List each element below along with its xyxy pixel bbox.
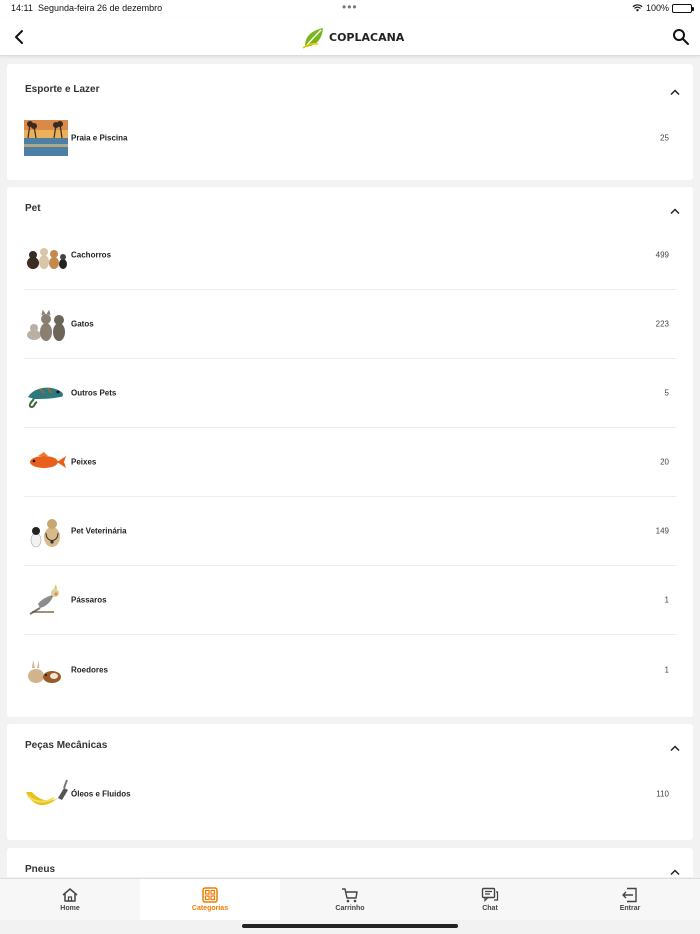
list-item-oleos-e-fluidos[interactable]: Óleos e Fluidos 110	[24, 759, 676, 828]
categories-icon	[202, 887, 218, 903]
list-item-passaros[interactable]: Pássaros 1	[24, 566, 676, 635]
tab-carrinho[interactable]: Carrinho	[280, 879, 420, 920]
chevron-up-icon[interactable]	[669, 207, 681, 215]
back-arrow-icon[interactable]	[9, 27, 29, 47]
item-label: Pet Veterinária	[71, 526, 127, 536]
chevron-up-icon[interactable]	[669, 88, 681, 96]
item-count: 149	[655, 526, 669, 536]
pool-image	[24, 119, 68, 156]
list-item-praia-e-piscina[interactable]: Praia e Piscina 25	[24, 103, 676, 172]
rodents-image	[28, 659, 61, 683]
item-count: 5	[664, 388, 669, 398]
item-label: Gatos	[71, 319, 94, 329]
tab-label: Entrar	[619, 905, 641, 912]
coplacana-logo: COPLACANA	[302, 24, 404, 50]
list-item-pet-veterinaria[interactable]: Pet Veterinária 149	[24, 497, 676, 566]
home-icon	[62, 888, 78, 902]
multitasking-dots[interactable]: •••	[342, 0, 358, 14]
chat-icon	[481, 887, 499, 902]
oil-image	[26, 779, 68, 805]
item-count: 25	[660, 133, 669, 142]
status-time: 14:11	[11, 3, 33, 13]
bird-image	[29, 584, 59, 615]
tab-home[interactable]: Home	[0, 879, 140, 920]
login-icon	[622, 887, 637, 903]
battery-icon	[672, 3, 694, 13]
chevron-up-icon[interactable]	[669, 868, 681, 876]
tab-bar: Home Categorias Carrinho Chat Entrar	[0, 878, 700, 920]
item-label: Pássaros	[71, 595, 107, 605]
section-title: Peças Mecânicas	[25, 740, 108, 751]
chevron-up-icon[interactable]	[669, 744, 681, 752]
item-count: 1	[664, 665, 669, 674]
cats-image	[27, 309, 65, 341]
section-title: Pneus	[25, 864, 56, 875]
search-icon[interactable]	[671, 27, 691, 47]
item-count: 499	[655, 250, 669, 260]
chameleon-image	[28, 387, 63, 409]
navigation-bar: COPLACANA	[0, 18, 700, 56]
wifi-icon	[632, 4, 643, 12]
item-label: Outros Pets	[71, 388, 117, 398]
list-item-outros-pets[interactable]: Outros Pets 5	[24, 359, 676, 428]
item-count: 20	[660, 457, 669, 467]
tab-label: Carrinho	[335, 905, 365, 912]
tab-chat[interactable]: Chat	[420, 879, 560, 920]
fish-image	[30, 452, 66, 468]
tab-label: Categorias	[191, 905, 229, 912]
logo-text: COPLACANA	[329, 30, 405, 44]
tab-label: Chat	[482, 905, 498, 912]
section-pecas-mecanicas: Peças Mecânicas Óleos e Fluidos 110	[7, 724, 693, 840]
list-item-gatos[interactable]: Gatos 223	[24, 290, 676, 359]
status-right: 100%	[632, 3, 694, 13]
item-count: 110	[656, 789, 669, 798]
section-title: Esporte e Lazer	[25, 84, 100, 95]
item-label: Óleos e Fluidos	[71, 789, 131, 798]
tab-label: Home	[60, 905, 80, 912]
item-label: Cachorros	[71, 250, 112, 260]
cart-icon	[342, 888, 358, 903]
dogs-image	[27, 248, 67, 269]
item-label: Roedores	[71, 665, 108, 674]
item-count: 223	[655, 319, 669, 329]
list-item-cachorros[interactable]: Cachorros 499	[24, 221, 676, 290]
section-pet: Pet Cachorros 499 Gatos 223 Outros Pets …	[7, 187, 693, 717]
section-title: Pet	[25, 203, 41, 214]
vet-image	[30, 519, 60, 548]
tab-entrar[interactable]: Entrar	[560, 879, 700, 920]
home-indicator	[242, 924, 458, 928]
status-bar: 14:11 Segunda-feira 26 de dezembro ••• 1…	[0, 0, 700, 18]
item-label: Praia e Piscina	[71, 133, 128, 142]
tab-categorias[interactable]: Categorias	[140, 879, 280, 920]
item-label: Peixes	[71, 457, 97, 467]
battery-percent: 100%	[645, 3, 669, 13]
section-pneus: Pneus	[7, 848, 693, 877]
item-count: 1	[664, 595, 669, 605]
section-esporte-e-lazer: Esporte e Lazer Praia e Piscina 25	[7, 64, 693, 180]
leaf-logo-icon	[302, 28, 323, 49]
list-item-peixes[interactable]: Peixes 20	[24, 428, 676, 497]
categories-list[interactable]: Esporte e Lazer Praia e Piscina 25 Pet C…	[0, 57, 700, 877]
status-date: Segunda-feira 26 de dezembro	[38, 3, 163, 13]
list-item-roedores[interactable]: Roedores 1	[24, 635, 676, 704]
